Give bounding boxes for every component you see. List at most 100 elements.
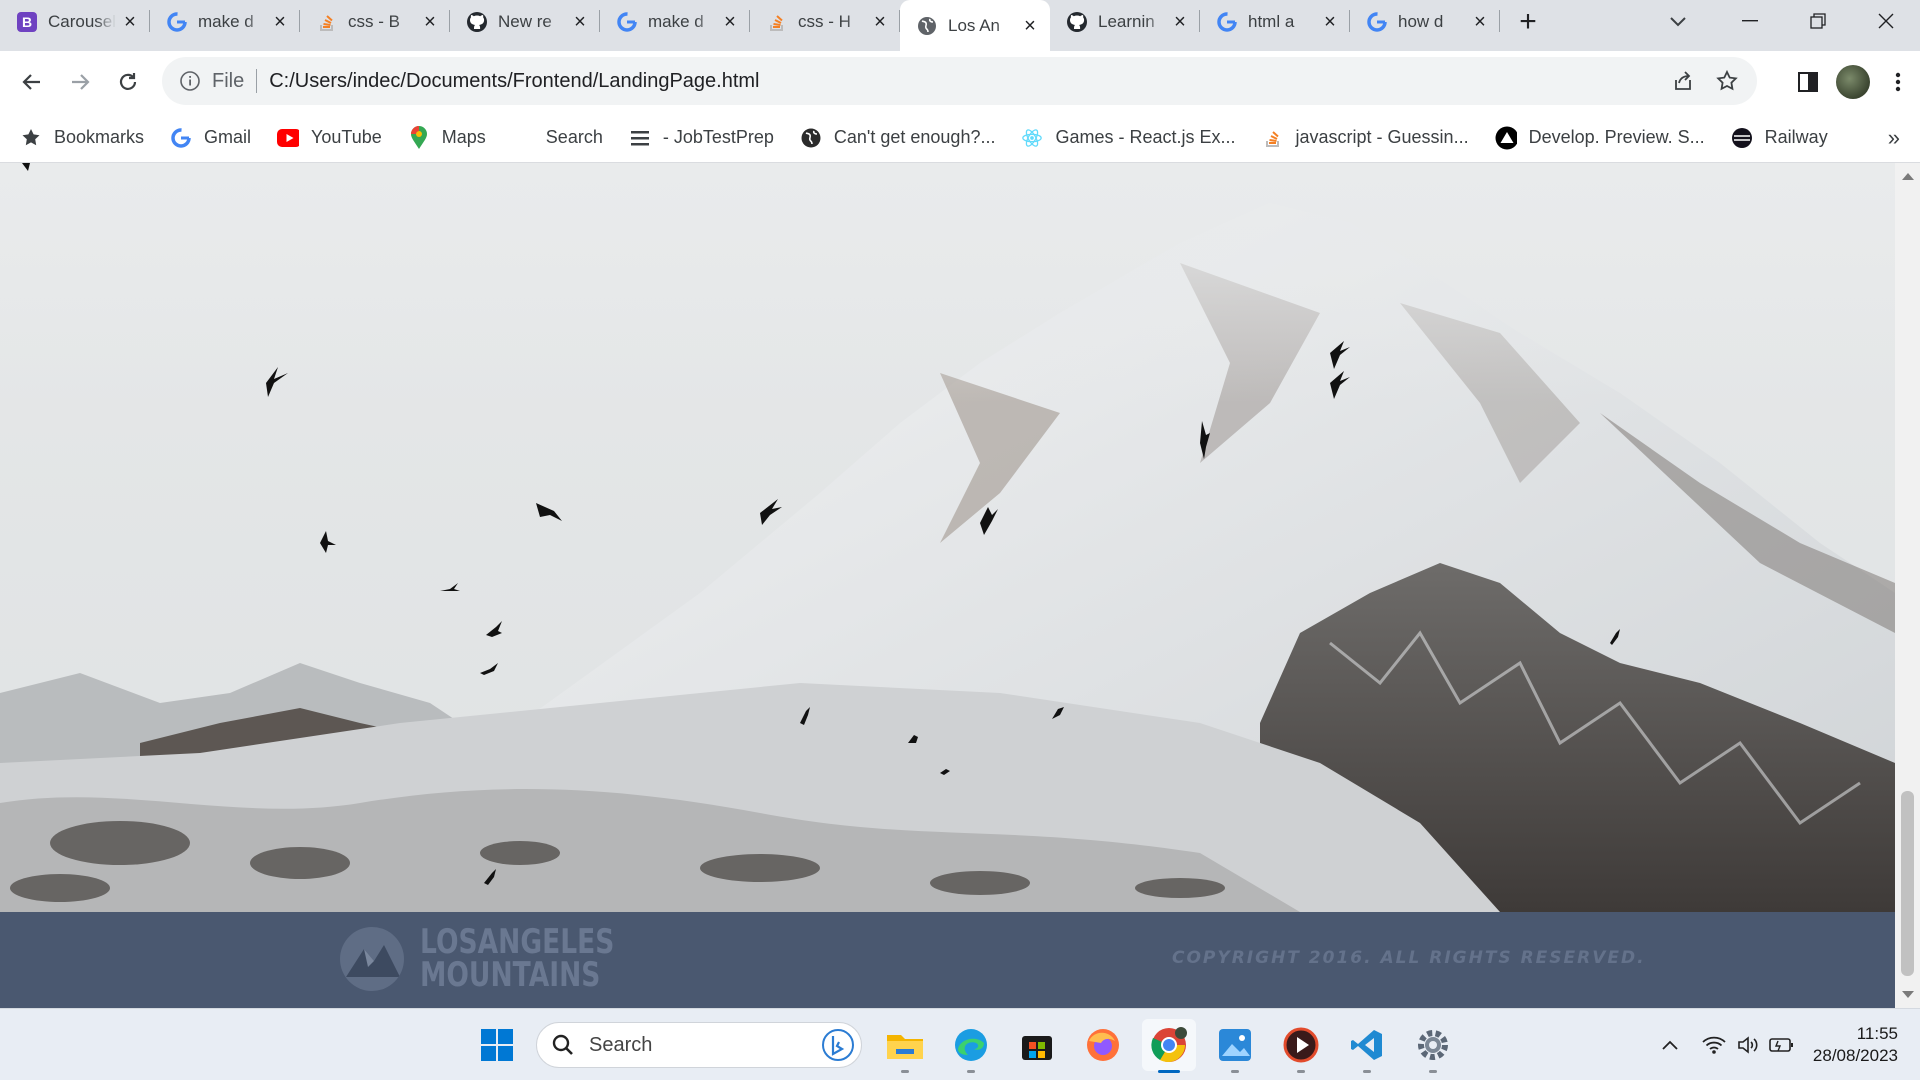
- more-bookmarks-button[interactable]: »: [1888, 125, 1900, 151]
- profile-avatar[interactable]: [1836, 65, 1870, 99]
- close-icon[interactable]: ×: [270, 12, 290, 32]
- url-text[interactable]: C:/Users/indec/Documents/Frontend/Landin…: [269, 70, 759, 93]
- tab-learning[interactable]: Learnin ×: [1050, 0, 1200, 43]
- chrome-icon[interactable]: [1142, 1019, 1196, 1073]
- bookmark-maps[interactable]: Maps: [408, 125, 486, 149]
- close-icon[interactable]: ×: [1320, 12, 1340, 32]
- bing-icon[interactable]: [821, 1028, 855, 1062]
- close-icon[interactable]: ×: [1470, 12, 1490, 32]
- menu-kebab-icon[interactable]: [1876, 58, 1920, 106]
- tab-title: Carousel: [48, 11, 116, 31]
- close-icon[interactable]: ×: [120, 12, 140, 32]
- system-tray: 11:55 28/08/2023: [1653, 1009, 1920, 1081]
- bookmark-javascript-guessing[interactable]: javascript - Guessin...: [1262, 127, 1469, 149]
- close-icon[interactable]: ×: [1170, 12, 1190, 32]
- google-icon: [170, 127, 192, 149]
- wifi-icon[interactable]: [1697, 1028, 1731, 1062]
- stackoverflow-icon: [316, 11, 338, 33]
- close-window-button[interactable]: [1852, 0, 1920, 42]
- vscode-icon[interactable]: [1340, 1019, 1394, 1073]
- bookmarks-bar: Bookmarks Gmail YouTube Maps Search - Jo…: [0, 113, 1920, 163]
- bookmark-jobtestprep[interactable]: - JobTestPrep: [629, 127, 774, 149]
- windows-start-icon[interactable]: [470, 1019, 524, 1071]
- bookmark-label: Railway: [1764, 127, 1828, 147]
- close-icon[interactable]: ×: [870, 12, 890, 32]
- store-icon[interactable]: [1010, 1019, 1064, 1071]
- edge-icon[interactable]: [944, 1019, 998, 1073]
- forward-button[interactable]: [56, 58, 104, 106]
- divider: [256, 69, 258, 93]
- tab-new-repo[interactable]: New re ×: [450, 0, 600, 43]
- tab-title: Los An: [948, 15, 1000, 35]
- firefox-icon[interactable]: [1076, 1019, 1130, 1071]
- reload-button[interactable]: [104, 58, 152, 106]
- bookmark-label: Search: [545, 127, 603, 147]
- new-tab-button[interactable]: +: [1506, 0, 1550, 43]
- taskbar-clock[interactable]: 11:55 28/08/2023: [1813, 1023, 1898, 1067]
- tab-css-h[interactable]: css - H ×: [750, 0, 900, 43]
- close-icon[interactable]: ×: [720, 12, 740, 32]
- tab-title: New re: [498, 11, 552, 31]
- scroll-up-arrow-icon[interactable]: [1902, 173, 1914, 180]
- bookmark-cant-get-enough[interactable]: Can't get enough?...: [800, 127, 996, 149]
- bookmark-label: Maps: [441, 127, 486, 147]
- scheme-label: File: [212, 69, 245, 92]
- maps-icon: [408, 125, 430, 149]
- bookmark-gmail[interactable]: Gmail: [170, 127, 251, 149]
- share-icon[interactable]: [1671, 69, 1695, 98]
- github-icon: [466, 11, 488, 33]
- photos-icon[interactable]: [1208, 1019, 1262, 1073]
- bookmark-youtube[interactable]: YouTube: [277, 127, 382, 149]
- tab-html-a[interactable]: html a ×: [1200, 0, 1350, 43]
- site-logo[interactable]: LOSANGELES MOUNTAINS: [340, 925, 669, 992]
- bookmark-label: YouTube: [311, 127, 382, 147]
- tab-los-angeles[interactable]: Los An ×: [900, 0, 1050, 51]
- file-explorer-icon[interactable]: [878, 1019, 932, 1073]
- info-icon[interactable]: [178, 69, 202, 93]
- tab-carousel[interactable]: B Carousel ×: [0, 0, 150, 43]
- scrollbar-thumb[interactable]: [1901, 791, 1914, 976]
- side-panel-icon[interactable]: [1786, 58, 1830, 106]
- bookmark-star-icon[interactable]: [1715, 69, 1739, 98]
- media-player-icon[interactable]: [1274, 1019, 1328, 1073]
- back-button[interactable]: [8, 58, 56, 106]
- clock-time: 11:55: [1856, 1024, 1898, 1043]
- volume-icon[interactable]: [1731, 1028, 1765, 1062]
- close-icon[interactable]: ×: [1020, 16, 1040, 36]
- bookmark-label: Bookmarks: [54, 127, 145, 147]
- vertical-scrollbar[interactable]: [1895, 163, 1920, 1008]
- page-viewport: LOSANGELES MOUNTAINS COPYRIGHT 2016. ALL…: [0, 163, 1920, 1008]
- chevron-up-icon[interactable]: [1653, 1028, 1687, 1062]
- tab-make-d-2[interactable]: make d ×: [600, 0, 750, 43]
- bookmark-search[interactable]: Search: [546, 127, 603, 148]
- tab-strip: B Carousel × make d × css - B × New re ×…: [0, 0, 1920, 51]
- close-icon[interactable]: ×: [570, 12, 590, 32]
- tab-how-d[interactable]: how d ×: [1350, 0, 1500, 43]
- bookmark-railway[interactable]: Railway: [1731, 127, 1828, 149]
- search-placeholder: Search: [589, 1033, 653, 1056]
- github-icon: [1066, 11, 1088, 33]
- settings-icon[interactable]: [1406, 1019, 1460, 1073]
- react-icon: [1021, 127, 1043, 149]
- bookmark-games-react[interactable]: Games - React.js Ex...: [1021, 127, 1236, 149]
- taskbar-search-input[interactable]: Search: [536, 1022, 862, 1068]
- address-bar[interactable]: File C:/Users/indec/Documents/Frontend/L…: [162, 57, 1757, 105]
- bookmark-vercel[interactable]: Develop. Preview. S...: [1495, 126, 1705, 149]
- bookmark-label: - JobTestPrep: [662, 127, 774, 147]
- tab-title: css - B: [348, 11, 400, 31]
- scroll-down-arrow-icon[interactable]: [1902, 991, 1914, 998]
- tab-title: html a: [1248, 11, 1295, 31]
- tab-make-d[interactable]: make d ×: [150, 0, 300, 43]
- battery-icon[interactable]: [1765, 1028, 1799, 1062]
- svg-text:B: B: [22, 14, 32, 30]
- hero-mountain-image: [0, 163, 1895, 912]
- tab-css-b[interactable]: css - B ×: [300, 0, 450, 43]
- close-icon[interactable]: ×: [420, 12, 440, 32]
- restore-button[interactable]: [1784, 0, 1852, 42]
- bookmark-label: Can't get enough?...: [833, 127, 996, 147]
- youtube-icon: [277, 127, 300, 149]
- bookmark-bookmarks[interactable]: Bookmarks: [20, 127, 144, 149]
- tab-search-chevron-icon[interactable]: [1660, 8, 1696, 36]
- minimize-button[interactable]: [1716, 0, 1784, 42]
- tab-title: how d: [1398, 11, 1444, 31]
